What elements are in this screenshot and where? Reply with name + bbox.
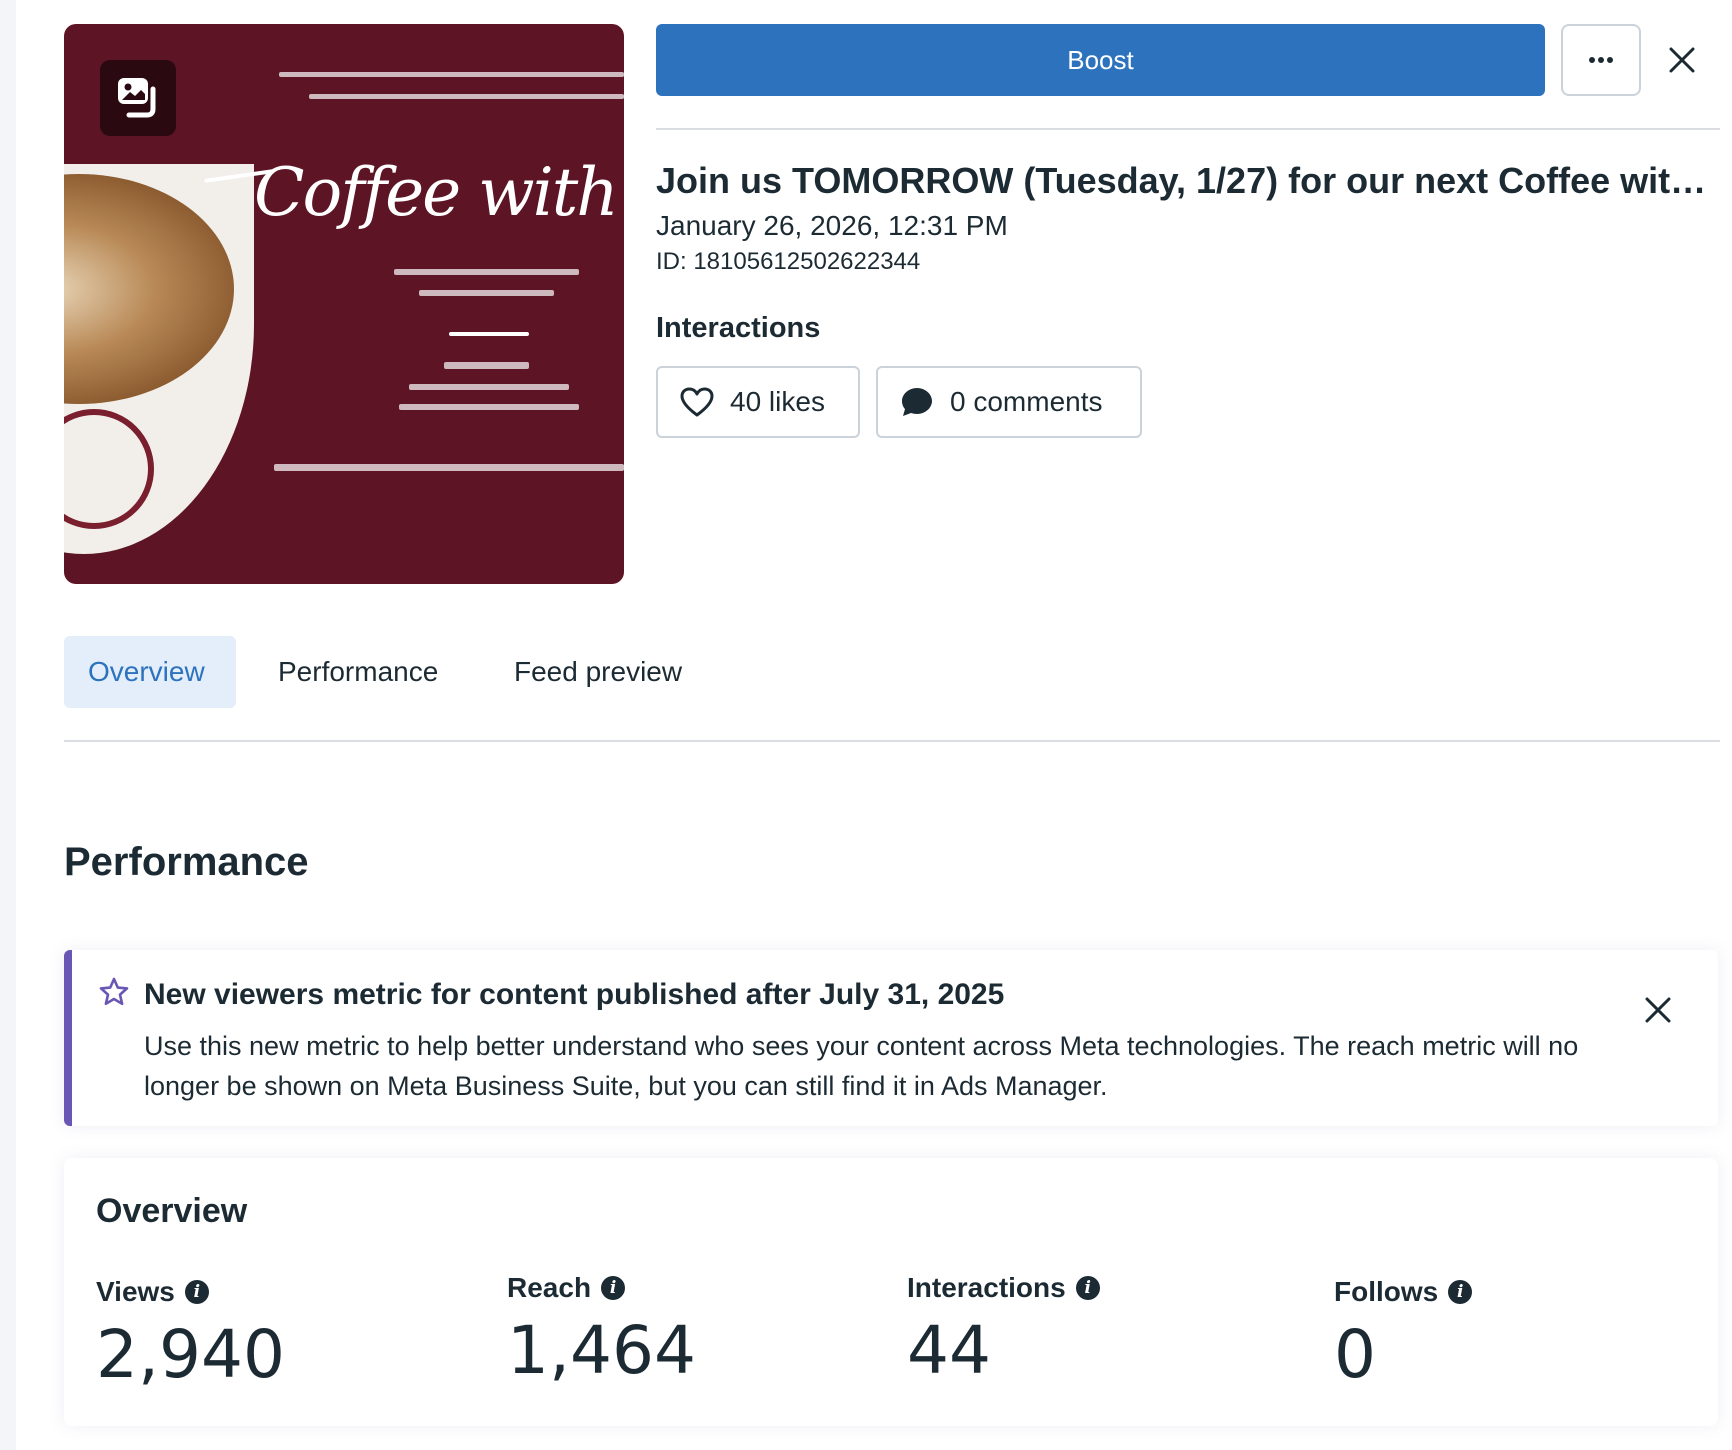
image-divider	[449, 332, 529, 336]
close-panel-button[interactable]	[1662, 40, 1702, 80]
comments-count: 0 comments	[950, 386, 1103, 417]
tab-feed-preview[interactable]: Feed preview	[490, 636, 706, 708]
metric-value: 44	[907, 1312, 991, 1389]
metric-label: Follows i	[1334, 1276, 1473, 1308]
heart-icon	[680, 387, 714, 417]
image-script-text: Coffee with Camp	[254, 154, 624, 231]
metric-label-text: Interactions	[907, 1272, 1066, 1303]
boost-button[interactable]: Boost	[656, 24, 1545, 96]
info-icon[interactable]: i	[601, 1276, 626, 1300]
metric-value: 2,940	[96, 1316, 285, 1393]
image-text-line	[409, 384, 569, 390]
gallery-icon	[100, 60, 176, 136]
metric-interactions: Interactions i 44	[907, 1272, 1100, 1389]
ellipsis-icon	[1589, 57, 1613, 63]
interactions-heading: Interactions	[656, 312, 821, 344]
post-date: January 26, 2026, 12:31 PM	[656, 210, 1008, 241]
metric-label: Views i	[96, 1276, 285, 1308]
post-details-panel: Coffee with Camp Boost Join us	[16, 0, 1732, 1450]
image-text-line	[399, 404, 579, 410]
metric-label-text: Reach	[507, 1272, 592, 1303]
header-divider	[656, 128, 1720, 130]
notice-body: Use this new metric to help better under…	[144, 1031, 1579, 1101]
metric-views: Views i 2,940	[96, 1276, 285, 1393]
likes-button[interactable]: 40 likes	[656, 366, 860, 438]
info-icon[interactable]: i	[184, 1280, 209, 1304]
metric-label: Reach i	[507, 1272, 696, 1304]
image-text-line	[274, 464, 624, 471]
metric-label: Interactions i	[907, 1272, 1100, 1304]
star-icon	[99, 977, 129, 1006]
tabs-divider	[64, 740, 1720, 742]
image-text-line	[419, 290, 554, 296]
tab-overview[interactable]: Overview	[64, 636, 236, 708]
post-title: Join us TOMORROW (Tuesday, 1/27) for our…	[656, 160, 1720, 201]
post-id: ID: 18105612502622344	[656, 248, 921, 275]
close-icon[interactable]	[1644, 996, 1672, 1024]
info-icon[interactable]: i	[1075, 1276, 1100, 1300]
metric-value: 1,464	[507, 1312, 696, 1389]
performance-heading: Performance	[64, 840, 309, 884]
new-viewers-notice: New viewers metric for content published…	[64, 950, 1718, 1126]
overview-heading: Overview	[96, 1192, 248, 1230]
metric-label-text: Follows	[1334, 1276, 1439, 1307]
metric-value: 0	[1334, 1316, 1376, 1393]
image-text-line	[394, 269, 579, 275]
image-text-line	[279, 72, 624, 77]
metric-label-text: Views	[96, 1276, 175, 1307]
close-icon	[1669, 47, 1695, 73]
comment-icon	[902, 388, 932, 416]
post-image[interactable]: Coffee with Camp	[64, 24, 624, 584]
info-icon[interactable]: i	[1448, 1280, 1473, 1304]
image-text-line	[444, 362, 529, 369]
likes-count: 40 likes	[730, 386, 825, 417]
metric-follows: Follows i 0	[1334, 1276, 1473, 1393]
more-options-button[interactable]	[1561, 24, 1641, 96]
comments-button[interactable]: 0 comments	[876, 366, 1142, 438]
notice-title: New viewers metric for content published…	[144, 978, 1005, 1011]
overview-card: Overview Views i 2,940 Reach i 1,464 Int…	[64, 1158, 1718, 1426]
image-text-line	[309, 94, 624, 99]
tab-performance[interactable]: Performance	[254, 636, 462, 708]
metric-reach: Reach i 1,464	[507, 1272, 696, 1389]
